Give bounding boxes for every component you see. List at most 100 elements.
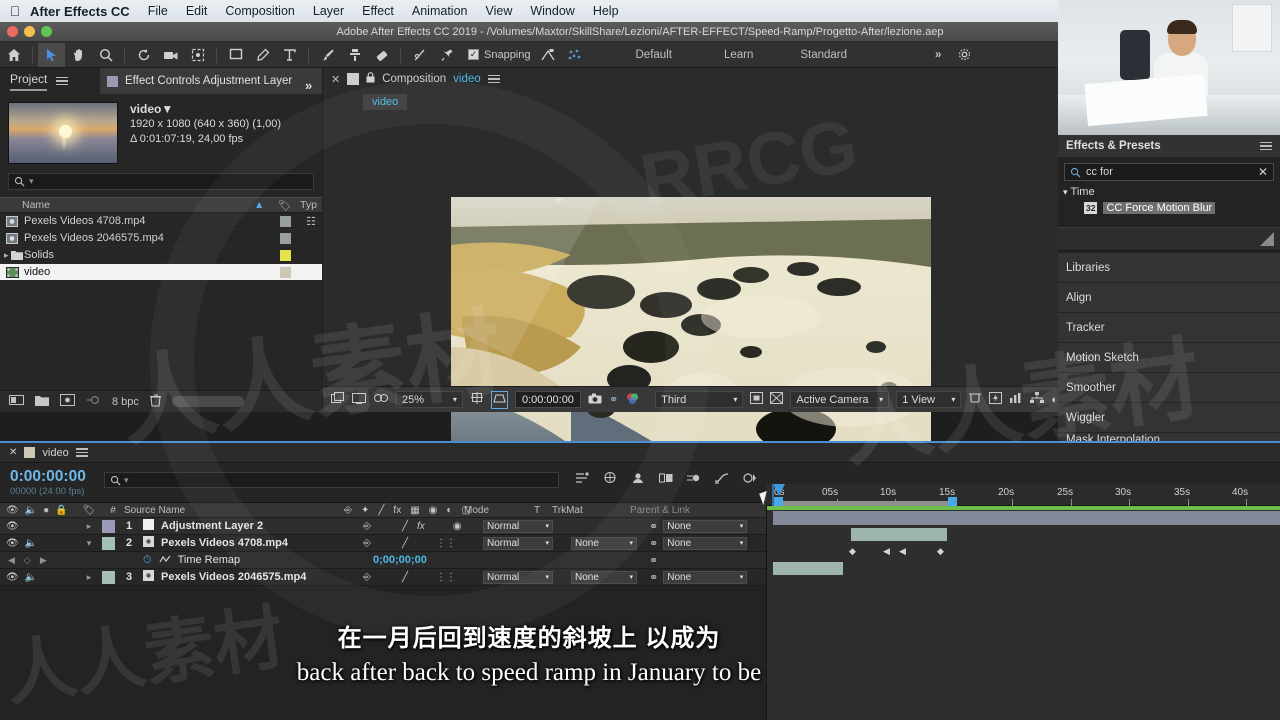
views-dropdown[interactable]: 1 View ▾	[896, 391, 962, 408]
snapping-align-icon[interactable]	[535, 43, 562, 67]
toggle-mask-icon[interactable]	[750, 392, 764, 407]
keyframe-diamond-icon[interactable]: ◆	[937, 546, 944, 557]
parent-dropdown[interactable]: None ▾	[663, 536, 748, 550]
collapse-transform-icon[interactable]: ⋮⋮	[436, 572, 456, 583]
label-color-swatch[interactable]	[102, 536, 115, 550]
list-item[interactable]: video	[0, 264, 322, 281]
panel-libraries[interactable]: Libraries	[1058, 253, 1280, 283]
menu-view[interactable]: View	[485, 4, 512, 18]
project-search-input[interactable]: ▾	[8, 173, 314, 190]
menu-animation[interactable]: Animation	[412, 4, 468, 18]
roto-brush-tool-icon[interactable]	[406, 43, 433, 67]
channel-icon[interactable]	[352, 392, 366, 407]
timeline-search-input[interactable]: ▾	[104, 472, 559, 488]
panel-menu-icon[interactable]	[75, 446, 88, 459]
eraser-tool-icon[interactable]	[368, 43, 395, 67]
current-time-display[interactable]: 0:00:00:00	[10, 468, 86, 486]
panel-motion-sketch[interactable]: Motion Sketch	[1058, 343, 1280, 373]
workspace-overflow-button[interactable]: »	[935, 49, 941, 61]
chevron-right-icon[interactable]: ▸	[76, 572, 102, 583]
label-color-swatch[interactable]	[280, 266, 291, 278]
keyframe-ease-out-icon[interactable]: ◀	[899, 546, 906, 557]
column-trkmat[interactable]: TrkMat	[552, 505, 630, 516]
quality-icon[interactable]: ╱	[402, 538, 408, 549]
track-clip-layer-2[interactable]	[851, 528, 947, 541]
column-type[interactable]: Typ	[300, 199, 322, 211]
column-name[interactable]: Name	[0, 199, 254, 211]
shy-icon[interactable]: ⎆	[363, 521, 371, 532]
chevron-down-icon[interactable]: ▾	[76, 538, 102, 549]
chevron-right-icon[interactable]: ▸	[0, 250, 10, 261]
video-toggle-icon[interactable]: 👁	[6, 572, 19, 583]
workspace-standard[interactable]: Standard	[800, 49, 847, 61]
pickwhip-icon[interactable]: ⚭	[649, 537, 658, 550]
layer-toggles[interactable]: 👁 🔈	[0, 538, 76, 549]
chevron-down-icon[interactable]: ▾	[1063, 187, 1068, 198]
shape-tool-icon[interactable]	[222, 43, 249, 67]
stopwatch-icon[interactable]: ⏱	[143, 554, 152, 567]
layer-toggles[interactable]: 👁	[0, 521, 76, 532]
fx-icon[interactable]: fx	[417, 521, 425, 532]
project-settings-icon[interactable]	[86, 394, 101, 409]
composition-viewer[interactable]: ✢	[323, 112, 1058, 465]
camera-tool-icon[interactable]	[157, 43, 184, 67]
exposure-icon[interactable]: ◐	[1051, 394, 1058, 406]
audio-toggle-icon[interactable]: 🔈	[25, 572, 37, 583]
delete-icon[interactable]	[149, 393, 161, 410]
audio-toggle-icon[interactable]: 🔈	[25, 538, 37, 549]
camera-dropdown[interactable]: Active Camera ▾	[790, 391, 890, 408]
list-item[interactable]: ▸ Solids	[0, 247, 322, 264]
close-icon[interactable]: ✕	[9, 447, 17, 458]
pickwhip-icon[interactable]: ⚭	[649, 520, 658, 533]
close-icon[interactable]: ✕	[331, 73, 340, 86]
parent-dropdown[interactable]: None ▾	[663, 519, 748, 533]
magnification-dropdown[interactable]: 25% ▾	[396, 391, 463, 408]
type-tool-icon[interactable]	[276, 43, 303, 67]
menu-help[interactable]: Help	[593, 4, 619, 18]
keyframe-ease-in-icon[interactable]: ◀	[883, 546, 890, 557]
column-t[interactable]: T	[534, 505, 552, 516]
parent-cell[interactable]: ⚭ None ▾	[649, 570, 759, 584]
layer-toggles[interactable]: 👁 🔈	[0, 572, 76, 583]
label-color-swatch[interactable]	[280, 249, 291, 261]
brush-tool-icon[interactable]	[314, 43, 341, 67]
keyframe-nav[interactable]: ◀ ◇ ▶	[0, 555, 76, 566]
effects-search-input[interactable]: cc for ✕	[1064, 163, 1274, 181]
time-ruler[interactable]: 0s 05s 10s 15s 20s 25s 30s 35s 40s	[766, 484, 1280, 510]
pen-tool-icon[interactable]	[249, 43, 276, 67]
panel-align[interactable]: Align	[1058, 283, 1280, 313]
chevron-down-icon[interactable]: ▾	[124, 475, 129, 486]
fast-preview-icon[interactable]	[989, 392, 1003, 407]
panel-menu-icon[interactable]	[1260, 140, 1272, 153]
panel-menu-icon[interactable]	[487, 73, 500, 86]
apple-logo-icon[interactable]: 	[0, 4, 30, 18]
draft-3d-icon[interactable]	[603, 471, 617, 489]
shy-icon[interactable]: ⎆	[363, 538, 371, 549]
pickwhip-icon[interactable]: ⚭	[649, 554, 658, 567]
lock-icon[interactable]	[366, 72, 375, 86]
workspace-learn[interactable]: Learn	[724, 49, 753, 61]
property-name-cell[interactable]: ⏱ Time Remap	[143, 554, 363, 567]
gear-icon[interactable]	[951, 43, 978, 67]
previous-keyframe-icon[interactable]: ◀	[8, 555, 15, 566]
puppet-pin-tool-icon[interactable]	[433, 43, 460, 67]
choose-grid-icon[interactable]	[470, 391, 484, 408]
menu-window[interactable]: Window	[530, 4, 574, 18]
current-timecode[interactable]: 0:00:00:00	[514, 391, 581, 408]
mode-dropdown[interactable]: Normal ▾	[483, 536, 553, 550]
label-color-swatch[interactable]	[102, 519, 115, 533]
show-snapshot-icon[interactable]: ⚭	[609, 393, 618, 406]
clone-stamp-tool-icon[interactable]	[341, 43, 368, 67]
snapshot-icon[interactable]	[588, 393, 602, 407]
collapse-transform-icon[interactable]: ⋮⋮	[436, 538, 456, 549]
chevron-right-icon[interactable]: ▸	[76, 521, 102, 532]
column-source-name[interactable]: Source Name	[124, 505, 344, 516]
label-color-swatch[interactable]	[280, 232, 291, 244]
new-folder-icon[interactable]	[35, 395, 49, 409]
toggle-alpha-icon[interactable]	[331, 392, 345, 407]
effects-group-time[interactable]: ▾ Time	[1058, 186, 1280, 198]
layer-switch-cells[interactable]: ⎆ ╱ ⋮⋮	[363, 538, 483, 549]
video-toggle-icon[interactable]: 👁	[6, 538, 19, 549]
trkmat-dropdown[interactable]: None ▾	[571, 570, 637, 584]
frame-blending-icon[interactable]	[659, 471, 673, 489]
